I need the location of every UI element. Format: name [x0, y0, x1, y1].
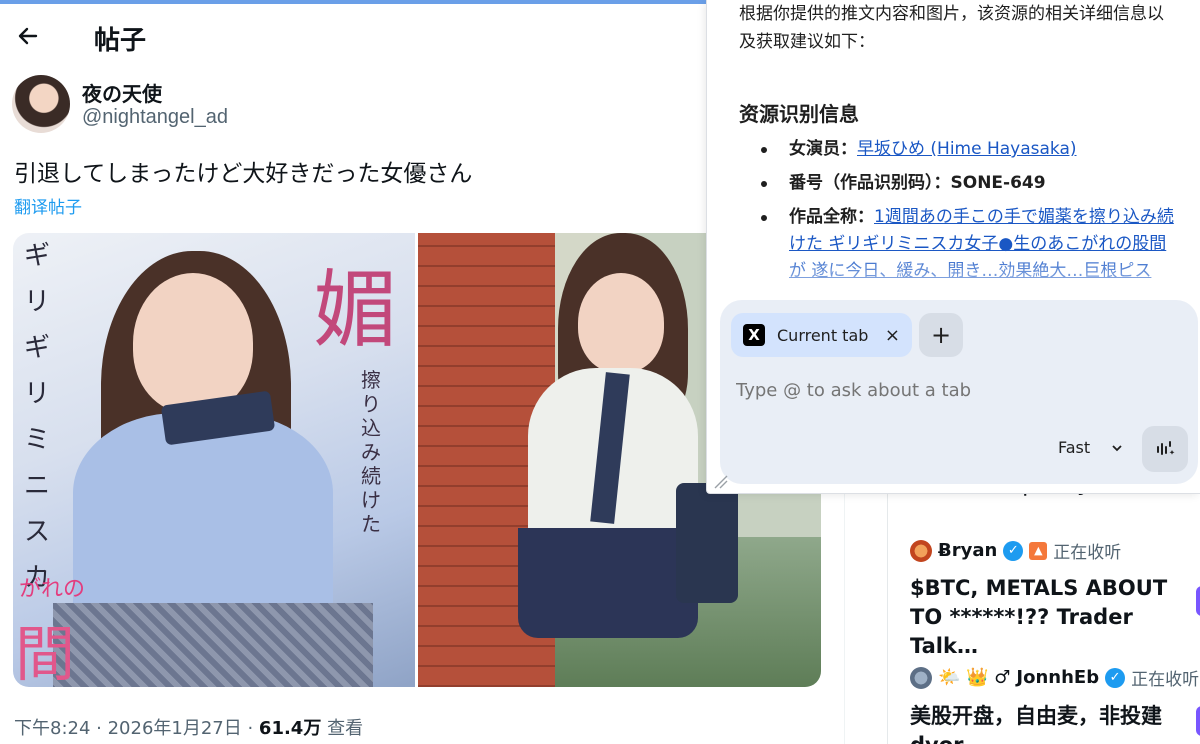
list-item: 番号（作品识别码）：SONE-649 — [759, 170, 1179, 197]
voice-wave-icon — [1157, 441, 1175, 455]
add-tab-button[interactable]: + — [919, 313, 963, 357]
verified-badge-icon: ✓ — [1105, 667, 1126, 688]
photo-overlay-vertical-text: ギリギリミニスカ — [23, 241, 50, 593]
current-tab-chip[interactable]: X Current tab × — [731, 313, 912, 357]
column-divider — [844, 485, 845, 744]
resize-handle-icon[interactable] — [713, 474, 729, 490]
space-live-indicator — [1196, 706, 1200, 736]
photo-figure-shirt — [73, 413, 333, 613]
voice-mic-button[interactable] — [1142, 426, 1188, 472]
host-name: Ƀryan — [938, 540, 998, 561]
host-name: JonnhEb — [1016, 667, 1100, 688]
tweet-views-count: 61.4万 — [258, 718, 322, 739]
product-code: SONE-649 — [950, 173, 1046, 193]
close-icon[interactable]: × — [885, 325, 900, 346]
tweet-media[interactable]: ギリギリミニスカ 媚 擦り込み続けた がれの 間 — [13, 233, 821, 687]
back-arrow-icon[interactable] — [14, 22, 42, 50]
photo-figure-face — [133, 273, 253, 413]
verified-badge-icon: ✓ — [1003, 540, 1024, 561]
space-host-row[interactable]: 🌤️ 👑 ♂ JonnhEb ✓ 正在收听 — [910, 665, 1199, 690]
chevron-down-icon — [1112, 444, 1122, 451]
chip-label: Current tab — [777, 325, 869, 345]
photo-overlay-big-text: 媚 — [312, 261, 397, 359]
photo-figure-bag — [676, 483, 738, 603]
photo-overlay-bottom-text: がれの — [19, 577, 86, 602]
space-live-indicator — [1196, 586, 1200, 616]
photo-overlay-small-text: 擦り込み続けた — [361, 368, 381, 536]
assistant-panel: 根据你提供的推文内容和图片，该资源的相关详细信息以及获取建议如下： 资源识别信息… — [706, 0, 1200, 494]
live-badge-icon: ▲ — [1029, 541, 1048, 560]
mode-label: Fast — [1058, 438, 1091, 457]
tweet-text: 引退してしまったけど大好きだった女優さん — [14, 161, 473, 187]
host-avatar — [910, 666, 932, 689]
author-handle[interactable]: @nightangel_ad — [82, 106, 228, 129]
space-host-row[interactable]: Ƀryan ✓ ▲ 正在收听 — [910, 538, 1121, 563]
space-title[interactable]: $BTC, METALS ABOUT TO ******!?? Trader T… — [910, 574, 1180, 661]
tweet-views-label: 查看 — [321, 718, 364, 739]
author-display-name[interactable]: 夜の天使 — [82, 78, 162, 107]
assistant-composer: X Current tab × + Fast — [720, 300, 1198, 484]
listening-status: 正在收听 — [1131, 670, 1200, 690]
avatar[interactable] — [12, 75, 70, 133]
space-title[interactable]: 美股开盘，自由麦，非投建dyor — [910, 702, 1180, 744]
page-title: 帖子 — [94, 26, 147, 56]
mode-selector[interactable]: Fast — [1058, 438, 1124, 457]
actress-link[interactable]: 早坂ひめ (Hime Hayasaka) — [857, 139, 1077, 159]
x-logo-icon: X — [743, 324, 765, 346]
listening-status: 正在收听 — [1053, 543, 1122, 563]
list-item: 女演员：早坂ひめ (Hime Hayasaka) — [759, 136, 1179, 163]
host-avatar — [910, 539, 932, 562]
tweet-photo-1[interactable]: ギリギリミニスカ 媚 擦り込み続けた がれの 間 — [13, 233, 415, 687]
photo-figure-skirt — [518, 528, 698, 638]
assistant-section-title: 资源识别信息 — [739, 102, 859, 126]
assistant-intro-text: 根据你提供的推文内容和图片，该资源的相关详细信息以及获取建议如下： — [739, 4, 1164, 52]
photo-overlay-bottom-big-text: 間 — [15, 620, 75, 687]
sidebar-divider — [887, 490, 888, 744]
host-prefix-emoji: 🌤️ 👑 ♂ — [938, 667, 1011, 688]
prompt-input[interactable] — [736, 380, 1176, 401]
tweet-meta: 下午8:24 · 2026年1月27日 · 61.4万 查看 — [14, 714, 363, 740]
tweet-timestamp[interactable]: 下午8:24 · 2026年1月27日 · — [14, 718, 259, 739]
translate-post-link[interactable]: 翻译帖子 — [14, 193, 82, 218]
browser-top-bar — [0, 0, 706, 4]
photo-figure-face — [578, 273, 664, 373]
photo-figure-skirt — [53, 603, 373, 687]
